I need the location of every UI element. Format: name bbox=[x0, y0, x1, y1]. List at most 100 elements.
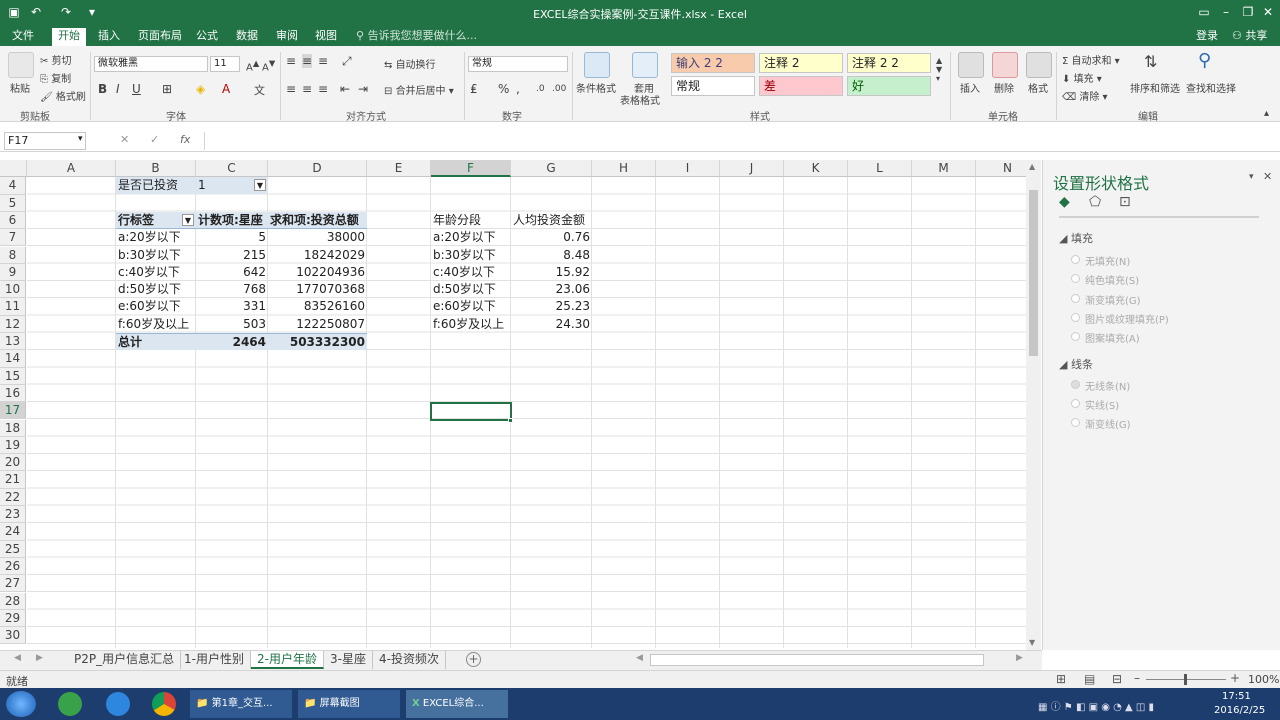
row-header[interactable]: 15 bbox=[0, 367, 26, 385]
effects-tab-icon[interactable]: ⬠ bbox=[1089, 194, 1101, 210]
zoom-slider-thumb[interactable] bbox=[1184, 674, 1187, 685]
paste-icon[interactable] bbox=[8, 52, 34, 78]
login-link[interactable]: 登录 bbox=[1190, 28, 1224, 46]
row-header[interactable]: 9 bbox=[0, 263, 26, 282]
format-painter-button[interactable]: 🖌 格式刷 bbox=[40, 88, 86, 103]
page-break-view-icon[interactable]: ⊟ bbox=[1112, 672, 1122, 686]
pivot-sum-cell[interactable]: 18242029 bbox=[268, 247, 367, 264]
currency-icon[interactable]: ₤ bbox=[470, 82, 478, 96]
add-sheet-icon[interactable]: + bbox=[466, 652, 481, 667]
radio-solid-line[interactable] bbox=[1071, 399, 1080, 408]
font-color-icon[interactable]: A bbox=[222, 82, 230, 96]
clock-time[interactable]: 17:51 bbox=[1222, 691, 1251, 702]
column-header[interactable]: E bbox=[367, 160, 431, 177]
align-middle-icon[interactable]: ≡ bbox=[302, 54, 313, 68]
merge-center-button[interactable]: ⊟ 合并后居中 ▾ bbox=[384, 82, 454, 97]
line-section-header[interactable]: ◢ 线条 bbox=[1059, 356, 1093, 372]
tab-page-layout[interactable]: 页面布局 bbox=[132, 28, 188, 46]
clock-date[interactable]: 2016/2/25 bbox=[1214, 705, 1265, 716]
pivot-sum-cell[interactable]: 122250807 bbox=[268, 316, 367, 333]
sheet-tab-active[interactable]: 2-用户年龄 bbox=[251, 651, 324, 669]
solid-line-option[interactable]: 实线(S) bbox=[1085, 397, 1119, 412]
radio-solid-fill[interactable] bbox=[1071, 274, 1080, 283]
name-box[interactable]: F17 bbox=[4, 132, 86, 150]
size-properties-tab-icon[interactable]: ⊡ bbox=[1119, 194, 1131, 210]
pivot-total-count[interactable]: 2464 bbox=[196, 333, 268, 350]
autosum-button[interactable]: Σ 自动求和 ▾ bbox=[1062, 52, 1120, 67]
avg-investment-header[interactable]: 人均投资金额 bbox=[511, 212, 592, 229]
normal-view-icon[interactable]: ⊞ bbox=[1056, 672, 1066, 686]
age-group-cell[interactable]: e:60岁以下 bbox=[431, 298, 511, 315]
share-button[interactable]: ⚇ 共享 bbox=[1226, 28, 1273, 46]
row-header[interactable]: 5 bbox=[0, 194, 26, 212]
age-group-cell[interactable]: b:30岁以下 bbox=[431, 247, 511, 264]
row-header[interactable]: 24 bbox=[0, 523, 26, 541]
format-cells-icon[interactable] bbox=[1026, 52, 1052, 78]
cut-button[interactable]: ✂ 剪切 bbox=[40, 52, 72, 67]
tab-view[interactable]: 视图 bbox=[309, 28, 343, 46]
picture-fill-option[interactable]: 图片或纹理填充(P) bbox=[1085, 311, 1169, 326]
row-header[interactable]: 16 bbox=[0, 384, 26, 403]
column-header[interactable]: D bbox=[268, 160, 367, 177]
radio-no-fill[interactable] bbox=[1071, 255, 1080, 264]
shrink-font-icon[interactable]: A▼ bbox=[262, 58, 275, 73]
row-header[interactable]: 29 bbox=[0, 609, 26, 628]
pivot-count-cell[interactable]: 642 bbox=[196, 264, 268, 281]
tell-me-search[interactable]: ⚲ 告诉我您想要做什么... bbox=[350, 28, 483, 46]
phonetic-icon[interactable]: 文 bbox=[254, 82, 265, 98]
spreadsheet-grid[interactable]: A B C D E F G H I J K L M N 4 5 6 7 8 9 … bbox=[0, 160, 1026, 648]
row-header[interactable]: 19 bbox=[0, 436, 26, 455]
row-header[interactable]: 13 bbox=[0, 333, 26, 351]
row-header[interactable]: 25 bbox=[0, 540, 26, 558]
pivot-row-label[interactable]: c:40岁以下 bbox=[116, 264, 196, 281]
pivot-count-cell[interactable]: 503 bbox=[196, 316, 268, 333]
pivot-count-cell[interactable]: 768 bbox=[196, 281, 268, 298]
font-size-select[interactable]: 11 bbox=[210, 56, 240, 72]
age-group-cell[interactable]: f:60岁及以上 bbox=[431, 316, 511, 333]
align-top-icon[interactable]: ≡ bbox=[286, 54, 296, 68]
row-header[interactable]: 14 bbox=[0, 350, 26, 368]
increase-decimal-icon[interactable]: .0 bbox=[536, 84, 545, 94]
pane-options-icon[interactable]: ▾ bbox=[1249, 172, 1254, 182]
row-header[interactable]: 20 bbox=[0, 454, 26, 472]
row-header[interactable]: 27 bbox=[0, 575, 26, 593]
column-header[interactable]: M bbox=[912, 160, 976, 177]
style-note-2[interactable]: 注释 2 2 bbox=[847, 53, 931, 73]
scroll-thumb[interactable] bbox=[1029, 190, 1038, 356]
row-header[interactable]: 28 bbox=[0, 592, 26, 610]
tab-insert[interactable]: 插入 bbox=[92, 28, 126, 46]
comma-icon[interactable]: , bbox=[516, 82, 520, 96]
style-input[interactable]: 输入 2 2 bbox=[671, 53, 755, 73]
column-header[interactable]: H bbox=[592, 160, 656, 177]
copy-button[interactable]: ⎘ 复制 bbox=[40, 70, 71, 85]
row-header[interactable]: 30 bbox=[0, 627, 26, 645]
horizontal-scroll-thumb[interactable] bbox=[650, 654, 984, 666]
hscroll-left-icon[interactable]: ◀ bbox=[636, 653, 643, 663]
avg-investment-cell[interactable]: 23.06 bbox=[511, 281, 592, 298]
row-header[interactable]: 4 bbox=[0, 177, 26, 195]
maximize-icon[interactable]: ❐ bbox=[1240, 4, 1256, 20]
orientation-icon[interactable]: ⤢ bbox=[342, 54, 352, 69]
age-group-cell[interactable]: a:20岁以下 bbox=[431, 229, 511, 246]
decrease-indent-icon[interactable]: ⇤ bbox=[340, 82, 350, 96]
system-tray-icons[interactable]: ▦ ⓘ ⚑ ◧ ▣ ◉ ◔ ▲ ◫ ▮ bbox=[1038, 698, 1198, 713]
formula-input[interactable] bbox=[204, 132, 1272, 150]
grow-font-icon[interactable]: A▲ bbox=[246, 58, 259, 73]
fill-section-header[interactable]: ◢ 填充 bbox=[1059, 230, 1093, 246]
app-icon[interactable] bbox=[106, 692, 130, 716]
row-header[interactable]: 6 bbox=[0, 211, 26, 230]
radio-gradient-line[interactable] bbox=[1071, 418, 1080, 427]
gradient-line-option[interactable]: 渐变线(G) bbox=[1085, 416, 1131, 431]
pivot-sum-cell[interactable]: 102204936 bbox=[268, 264, 367, 281]
sheet-tab[interactable]: 4-投资频次 bbox=[373, 651, 446, 669]
avg-investment-cell[interactable]: 8.48 bbox=[511, 247, 592, 264]
delete-cells-icon[interactable] bbox=[992, 52, 1018, 78]
pivot-count-cell[interactable]: 215 bbox=[196, 247, 268, 264]
tab-data[interactable]: 数据 bbox=[230, 28, 264, 46]
increase-indent-icon[interactable]: ⇥ bbox=[358, 82, 368, 96]
avg-investment-cell[interactable]: 25.23 bbox=[511, 298, 592, 315]
bold-icon[interactable]: B bbox=[98, 82, 107, 96]
radio-picture-fill[interactable] bbox=[1071, 313, 1080, 322]
radio-no-line[interactable] bbox=[1071, 380, 1080, 389]
fill-button[interactable]: ⬇ 填充 ▾ bbox=[1062, 70, 1102, 85]
